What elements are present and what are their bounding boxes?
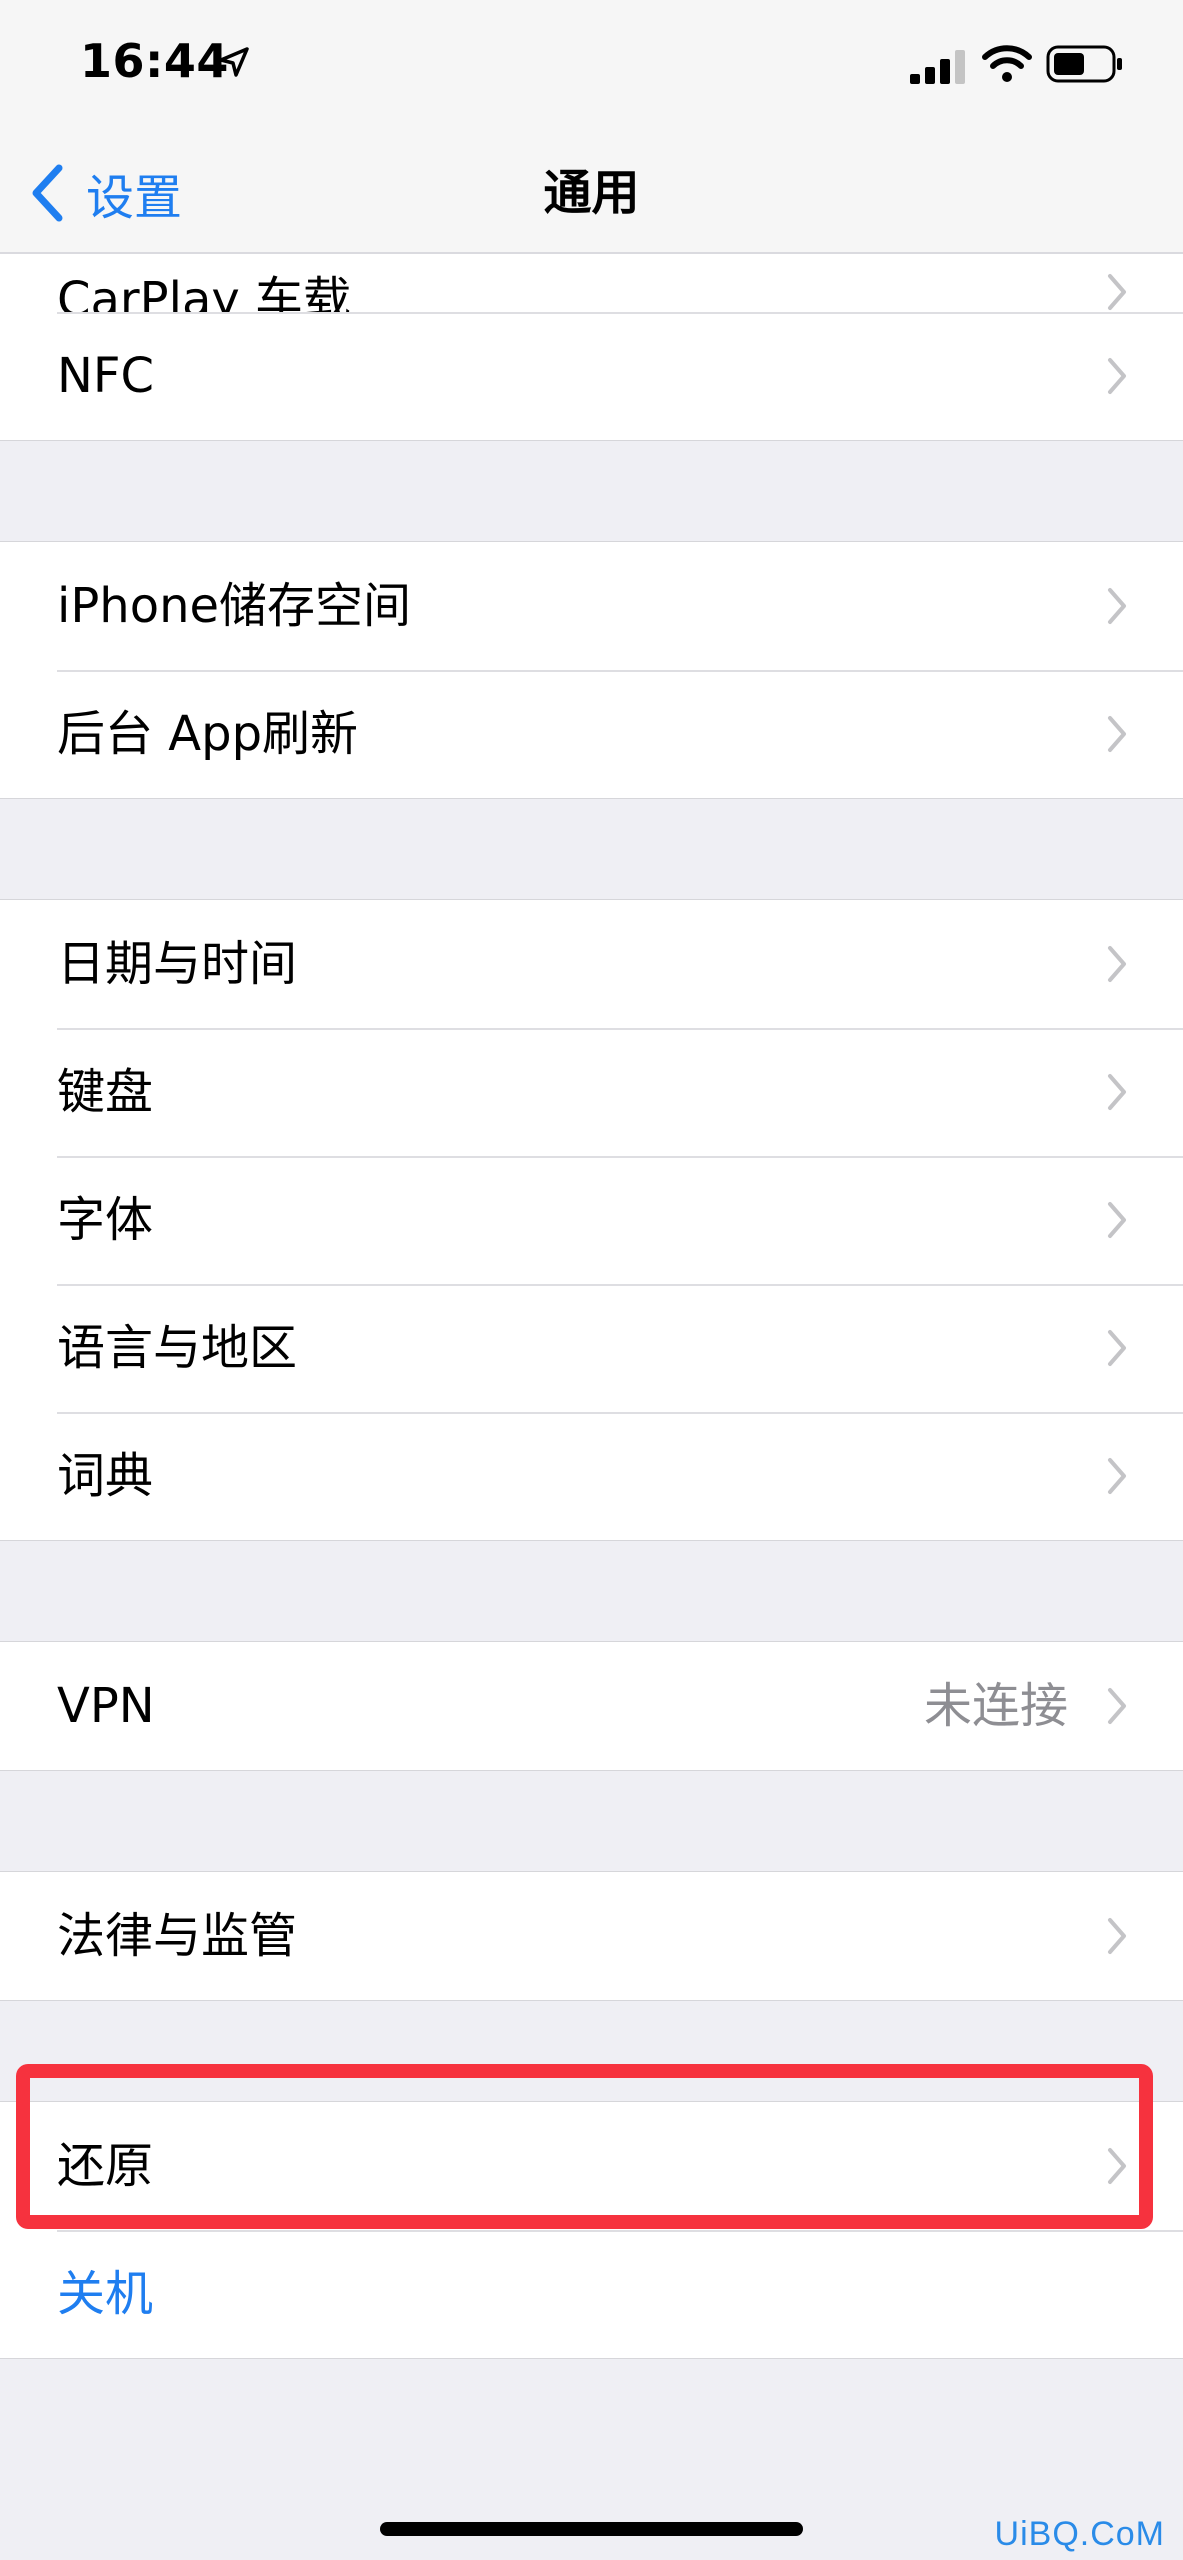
list-item-label: 法律与监管 xyxy=(57,1908,298,1964)
vpn-status-value: 未连接 xyxy=(923,1678,1068,1734)
list-item-vpn[interactable]: VPN 未连接 xyxy=(0,1642,1183,1770)
list-item-label: 字体 xyxy=(57,1192,154,1248)
list-item-label: 词典 xyxy=(57,1448,154,1504)
chevron-right-icon xyxy=(1108,588,1126,624)
settings-group: CarPlay 车载 NFC xyxy=(0,254,1183,441)
chevron-right-icon xyxy=(1108,1202,1126,1238)
settings-group: 日期与时间 键盘 字体 语言与地区 词典 xyxy=(0,899,1183,1541)
list-item-label: CarPlay 车载 xyxy=(57,272,352,312)
location-arrow-icon xyxy=(219,47,249,77)
page-title: 通用 xyxy=(543,165,640,221)
list-item-keyboard[interactable]: 键盘 xyxy=(0,1028,1183,1156)
wifi-icon xyxy=(982,45,1032,82)
settings-group: 法律与监管 xyxy=(0,1871,1183,2001)
list-item-iphone-storage[interactable]: iPhone储存空间 xyxy=(0,542,1183,670)
settings-group: VPN 未连接 xyxy=(0,1641,1183,1771)
chevron-right-icon xyxy=(1108,946,1126,982)
list-item-label: 关机 xyxy=(57,2266,154,2322)
watermark: UiBQ.CoM xyxy=(994,2515,1165,2553)
chevron-right-icon xyxy=(1108,2148,1126,2184)
chevron-right-icon xyxy=(1108,1330,1126,1366)
list-item-carplay[interactable]: CarPlay 车载 xyxy=(0,254,1183,312)
list-item-label: 还原 xyxy=(57,2138,154,2194)
list-item-label: 语言与地区 xyxy=(57,1320,298,1376)
list-item-language-region[interactable]: 语言与地区 xyxy=(0,1284,1183,1412)
list-item-nfc[interactable]: NFC xyxy=(0,312,1183,440)
status-bar: 16:44 xyxy=(0,0,1183,130)
cellular-signal-icon xyxy=(910,50,965,84)
list-item-background-app-refresh[interactable]: 后台 App刷新 xyxy=(0,670,1183,798)
list-item-label: NFC xyxy=(57,348,155,404)
battery-icon xyxy=(1046,45,1122,83)
list-item-label: iPhone储存空间 xyxy=(57,578,412,634)
list-item-reset[interactable]: 还原 xyxy=(0,2102,1183,2230)
shut-down-button[interactable]: 关机 xyxy=(0,2230,1183,2358)
list-item-dictionary[interactable]: 词典 xyxy=(0,1412,1183,1540)
chevron-right-icon xyxy=(1108,1688,1126,1724)
home-indicator[interactable] xyxy=(380,2522,803,2536)
chevron-right-icon xyxy=(1108,358,1126,394)
chevron-right-icon xyxy=(1108,1918,1126,1954)
list-item-label: 键盘 xyxy=(57,1064,154,1120)
chevron-right-icon xyxy=(1108,1458,1126,1494)
list-item-label: 日期与时间 xyxy=(57,936,298,992)
chevron-right-icon xyxy=(1108,274,1126,310)
settings-group: iPhone储存空间 后台 App刷新 xyxy=(0,541,1183,799)
list-item-label: VPN xyxy=(57,1678,155,1734)
chevron-right-icon xyxy=(1108,1074,1126,1110)
settings-group: 还原 关机 xyxy=(0,2101,1183,2359)
settings-list: CarPlay 车载 NFC iPhone储存空间 后台 App刷新 日期与时间… xyxy=(0,254,1183,2359)
status-time: 16:44 xyxy=(80,34,229,88)
list-item-label: 后台 App刷新 xyxy=(57,706,359,762)
navigation-bar: 设置 通用 xyxy=(0,130,1183,254)
chevron-right-icon xyxy=(1108,716,1126,752)
list-item-fonts[interactable]: 字体 xyxy=(0,1156,1183,1284)
list-item-legal-regulatory[interactable]: 法律与监管 xyxy=(0,1872,1183,2000)
list-item-date-time[interactable]: 日期与时间 xyxy=(0,900,1183,1028)
